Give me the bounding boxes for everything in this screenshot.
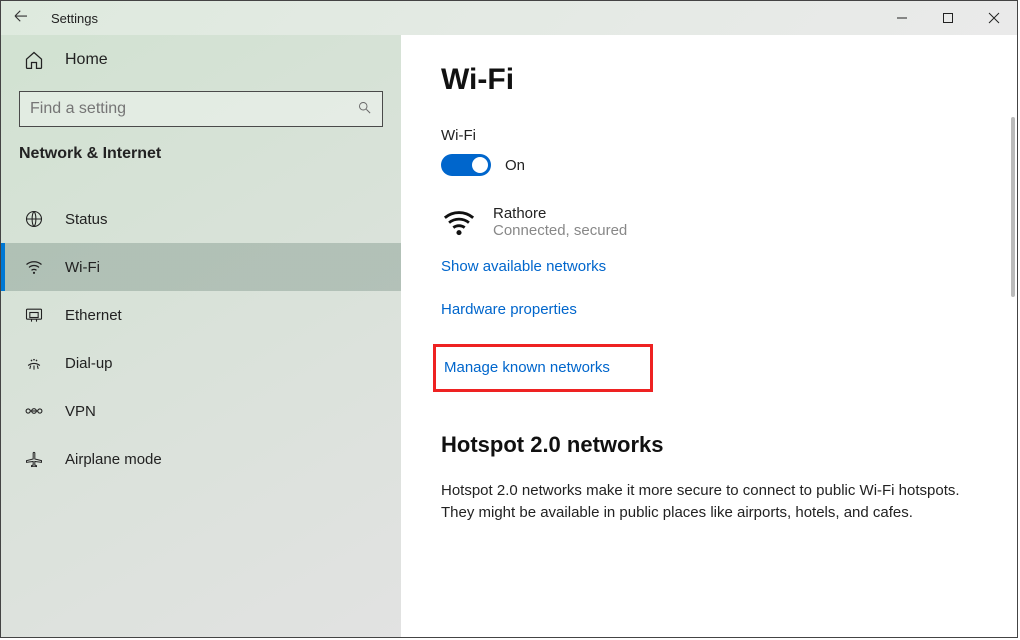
window-controls xyxy=(879,1,1017,35)
maximize-icon xyxy=(942,12,954,24)
sidebar-item-airplane[interactable]: Airplane mode xyxy=(1,435,401,483)
settings-window: Settings Home xyxy=(0,0,1018,638)
wifi-signal-icon xyxy=(441,204,477,240)
home-label: Home xyxy=(65,51,108,69)
window-body: Home Network & Internet Status xyxy=(1,35,1017,637)
sidebar-item-label: Dial-up xyxy=(65,355,113,372)
arrow-left-icon xyxy=(12,7,30,25)
close-button[interactable] xyxy=(971,1,1017,35)
dialup-icon xyxy=(23,352,45,374)
search-icon xyxy=(346,100,382,118)
sidebar-item-label: Airplane mode xyxy=(65,451,162,468)
wifi-icon xyxy=(23,256,45,278)
wifi-toggle[interactable] xyxy=(441,154,491,176)
sidebar-nav: Status Wi-Fi Ethernet xyxy=(1,195,401,483)
sidebar-item-dialup[interactable]: Dial-up xyxy=(1,339,401,387)
sidebar-item-label: Status xyxy=(65,211,108,228)
manage-known-networks-link[interactable]: Manage known networks xyxy=(444,359,610,376)
connected-network-text: Rathore Connected, secured xyxy=(493,205,627,239)
back-button[interactable] xyxy=(1,7,41,30)
search-input[interactable] xyxy=(20,100,346,118)
show-available-networks-link[interactable]: Show available networks xyxy=(441,258,606,275)
sidebar-item-label: VPN xyxy=(65,403,96,420)
maximize-button[interactable] xyxy=(925,1,971,35)
network-status: Connected, secured xyxy=(493,222,627,239)
search-box[interactable] xyxy=(19,91,383,127)
sidebar-item-label: Wi-Fi xyxy=(65,259,100,276)
sidebar-item-status[interactable]: Status xyxy=(1,195,401,243)
ethernet-icon xyxy=(23,304,45,326)
sidebar-item-ethernet[interactable]: Ethernet xyxy=(1,291,401,339)
toggle-knob xyxy=(472,157,488,173)
wifi-toggle-state: On xyxy=(505,157,525,174)
sidebar: Home Network & Internet Status xyxy=(1,35,401,637)
sidebar-item-vpn[interactable]: VPN xyxy=(1,387,401,435)
sidebar-item-wifi[interactable]: Wi-Fi xyxy=(1,243,401,291)
wifi-toggle-row: On xyxy=(441,154,977,176)
minimize-icon xyxy=(896,12,908,24)
vpn-icon xyxy=(23,400,45,422)
close-icon xyxy=(988,12,1000,24)
home-button[interactable]: Home xyxy=(1,35,401,85)
home-icon xyxy=(23,49,45,71)
titlebar: Settings xyxy=(1,1,1017,35)
window-title: Settings xyxy=(51,11,98,26)
airplane-icon xyxy=(23,448,45,470)
wifi-section-label: Wi-Fi xyxy=(441,127,977,144)
main-panel: Wi-Fi Wi-Fi On Rathore Connected, secure… xyxy=(401,35,1017,637)
sidebar-category: Network & Internet xyxy=(1,145,401,181)
network-name: Rathore xyxy=(493,205,627,222)
sidebar-item-label: Ethernet xyxy=(65,307,122,324)
scrollbar[interactable] xyxy=(1011,117,1015,297)
globe-icon xyxy=(23,208,45,230)
hotspot-description: Hotspot 2.0 networks make it more secure… xyxy=(441,480,977,524)
connected-network-row[interactable]: Rathore Connected, secured xyxy=(441,204,977,240)
manage-known-networks-highlight: Manage known networks xyxy=(433,344,653,392)
page-title: Wi-Fi xyxy=(441,63,977,97)
hotspot-heading: Hotspot 2.0 networks xyxy=(441,432,977,458)
hardware-properties-link[interactable]: Hardware properties xyxy=(441,301,577,318)
minimize-button[interactable] xyxy=(879,1,925,35)
